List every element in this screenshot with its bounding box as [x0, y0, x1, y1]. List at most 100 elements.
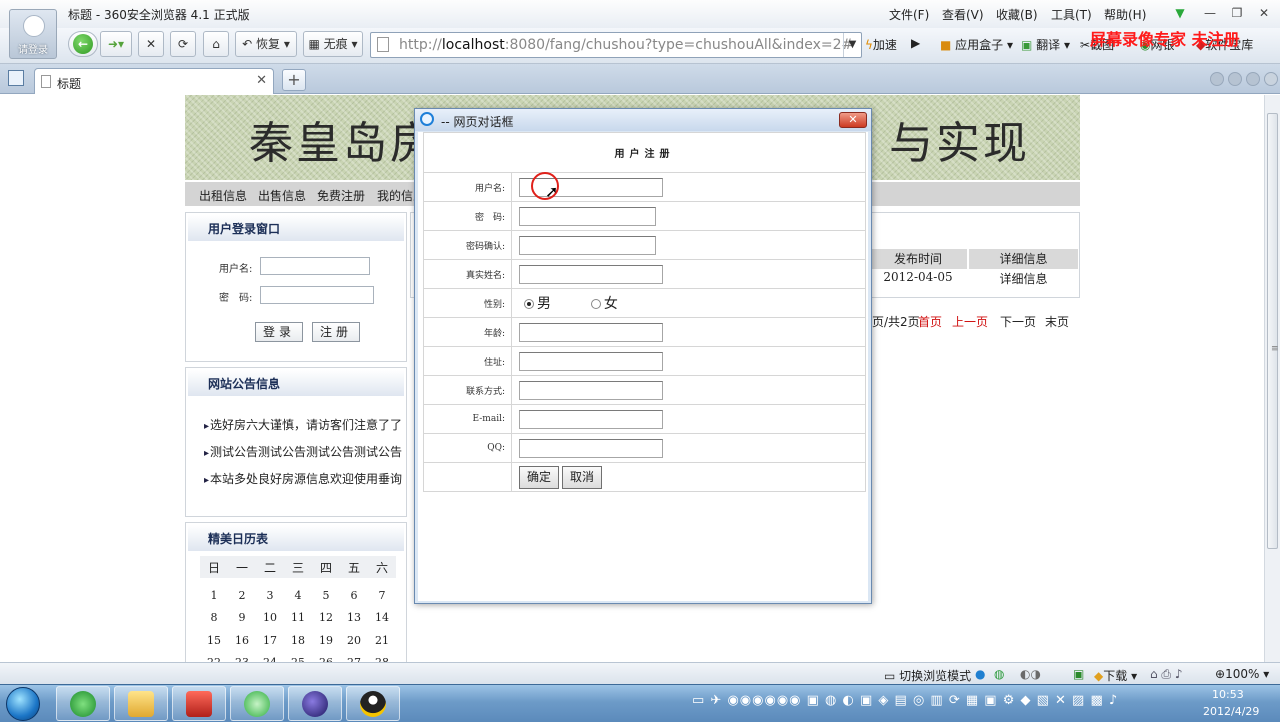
sidebar-toggle-icon[interactable]	[8, 70, 24, 86]
register-button[interactable]: 注册	[312, 322, 360, 342]
cancel-button[interactable]: 取消	[562, 465, 603, 489]
tab-back-icon[interactable]	[1210, 72, 1224, 86]
contact-input[interactable]	[519, 380, 663, 400]
nav-sale[interactable]: 出售信息	[258, 187, 306, 204]
calendar-day[interactable]: 17	[256, 629, 284, 652]
age-input[interactable]	[519, 322, 663, 342]
print-icon[interactable]: ⌂ ⎙ ♪	[1150, 667, 1183, 682]
pager-prev[interactable]: 上一页	[952, 313, 988, 330]
calendar-day[interactable]: 2	[228, 584, 256, 607]
toggle-icon[interactable]: ◐◑	[1020, 667, 1041, 681]
download-button[interactable]: ◆下载 ▾	[1094, 667, 1137, 684]
menu-favorites[interactable]: 收藏(B)	[996, 6, 1038, 23]
calendar-day[interactable]: 9	[228, 607, 256, 630]
calendar-day[interactable]: 15	[200, 629, 228, 652]
scrollbar-thumb[interactable]: ≡	[1267, 113, 1279, 549]
maximize-button[interactable]: ❐	[1227, 4, 1247, 22]
notice-item[interactable]: 选好房六大谨慎，请访客们注意了了	[204, 416, 402, 433]
security-icon[interactable]: ◍	[994, 667, 1004, 681]
menu-tools[interactable]: 工具(T)	[1051, 6, 1092, 23]
tab-current[interactable]: 标题 ✕	[34, 68, 274, 94]
pager-first[interactable]: 首页	[918, 313, 942, 330]
menu-view[interactable]: 查看(V)	[942, 6, 984, 23]
clock-time[interactable]: 10:53	[1212, 688, 1244, 701]
task-browser[interactable]	[56, 686, 110, 721]
new-tab-button[interactable]: +	[282, 69, 306, 91]
stop-button[interactable]: ✕	[138, 31, 164, 57]
calendar-day[interactable]: 25	[284, 652, 312, 662]
task-explorer[interactable]	[114, 686, 168, 721]
calendar-day[interactable]: 21	[368, 629, 396, 652]
tab-menu-icon[interactable]	[1264, 72, 1278, 86]
login-avatar[interactable]: 请登录	[9, 9, 57, 59]
calendar-day[interactable]: 27	[340, 652, 368, 662]
login-button[interactable]: 登录	[255, 322, 303, 342]
calendar-day[interactable]: 3	[256, 584, 284, 607]
notice-item[interactable]: 测试公告测试公告测试公告测试公告	[204, 443, 402, 460]
ok-button[interactable]: 确定	[519, 465, 560, 489]
radio-unchecked-icon[interactable]	[590, 299, 601, 309]
sex-male-option[interactable]: 男	[524, 296, 551, 312]
app-box-button[interactable]: ■ 应用盒子 ▾	[940, 36, 1013, 53]
calendar-day[interactable]: 13	[340, 607, 368, 630]
tab-list-icon[interactable]	[1246, 72, 1260, 86]
calendar-day[interactable]: 16	[228, 629, 256, 652]
calendar-day[interactable]: 14	[368, 607, 396, 630]
dialog-close-button[interactable]: ✕	[839, 112, 867, 128]
ie-mode-icon[interactable]: ●	[975, 667, 985, 681]
start-button[interactable]	[6, 687, 40, 721]
calendar-day[interactable]: 28	[368, 652, 396, 662]
zoom-control[interactable]: ⊕100% ▾	[1215, 667, 1269, 681]
calendar-day[interactable]: 20	[340, 629, 368, 652]
minimize-button[interactable]: —	[1200, 4, 1220, 22]
system-tray-icons[interactable]: ▭ ✈ ◉◉◉◉◉◉ ▣ ◍ ◐ ▣ ◈ ▤ ◎ ▥ ⟳ ▦ ▣ ⚙ ◆ ▧ ✕…	[692, 693, 1118, 708]
vertical-scrollbar[interactable]: ≡	[1264, 95, 1280, 662]
qq-input[interactable]	[519, 438, 663, 458]
sex-female-option[interactable]: 女	[590, 296, 618, 312]
calendar-day[interactable]: 1	[200, 584, 228, 607]
url-text[interactable]: http://localhost:8080/fang/chushou?type=…	[399, 37, 853, 53]
accelerate-button[interactable]: ϟ加速	[865, 36, 897, 53]
notice-item[interactable]: 本站多处良好房源信息欢迎使用垂询	[204, 470, 402, 487]
calendar-day[interactable]: 10	[256, 607, 284, 630]
url-dropdown-icon[interactable]: ▼	[843, 33, 861, 57]
switch-mode-button[interactable]: ▭ 切换浏览模式	[884, 667, 971, 684]
tab-close-icon[interactable]: ✕	[256, 73, 267, 88]
protect-icon[interactable]: ▣	[1073, 667, 1084, 681]
confirm-password-input[interactable]	[519, 235, 656, 255]
address-input[interactable]	[519, 351, 663, 371]
restore-button[interactable]: ↶ 恢复 ▾	[235, 31, 297, 57]
calendar-day[interactable]: 23	[228, 652, 256, 662]
skin-button[interactable]: ▼	[1170, 4, 1190, 22]
window-close-button[interactable]: ✕	[1254, 4, 1274, 22]
calendar-day[interactable]: 4	[284, 584, 312, 607]
back-button[interactable]: ←	[68, 31, 98, 57]
password-input[interactable]	[519, 206, 656, 226]
address-bar[interactable]: http://localhost:8080/fang/chushou?type=…	[370, 32, 862, 58]
calendar-day[interactable]: 26	[312, 652, 340, 662]
play-button[interactable]: ▶	[911, 36, 920, 50]
login-password-input[interactable]	[260, 286, 374, 304]
login-username-input[interactable]	[260, 257, 370, 275]
tab-forward-icon[interactable]	[1228, 72, 1242, 86]
clock-date[interactable]: 2012/4/29	[1203, 705, 1259, 718]
home-button[interactable]: ⌂	[203, 31, 229, 57]
calendar-day[interactable]: 8	[200, 607, 228, 630]
task-toolbox[interactable]	[172, 686, 226, 721]
radio-checked-icon[interactable]	[524, 299, 534, 309]
calendar-day[interactable]: 5	[312, 584, 340, 607]
calendar-day[interactable]: 22	[200, 652, 228, 662]
task-qq[interactable]	[346, 686, 400, 721]
listing-row-detail[interactable]: 详细信息	[969, 270, 1078, 287]
calendar-day[interactable]: 11	[284, 607, 312, 630]
calendar-day[interactable]: 7	[368, 584, 396, 607]
forward-button[interactable]: ➜▾	[100, 31, 132, 57]
pager-next[interactable]: 下一页	[1000, 313, 1036, 330]
pager-last[interactable]: 末页	[1045, 313, 1069, 330]
calendar-day[interactable]: 6	[340, 584, 368, 607]
calendar-day[interactable]: 18	[284, 629, 312, 652]
task-eclipse[interactable]	[288, 686, 342, 721]
menu-help[interactable]: 帮助(H)	[1104, 6, 1146, 23]
nav-rent[interactable]: 出租信息	[199, 187, 247, 204]
realname-input[interactable]	[519, 264, 663, 284]
